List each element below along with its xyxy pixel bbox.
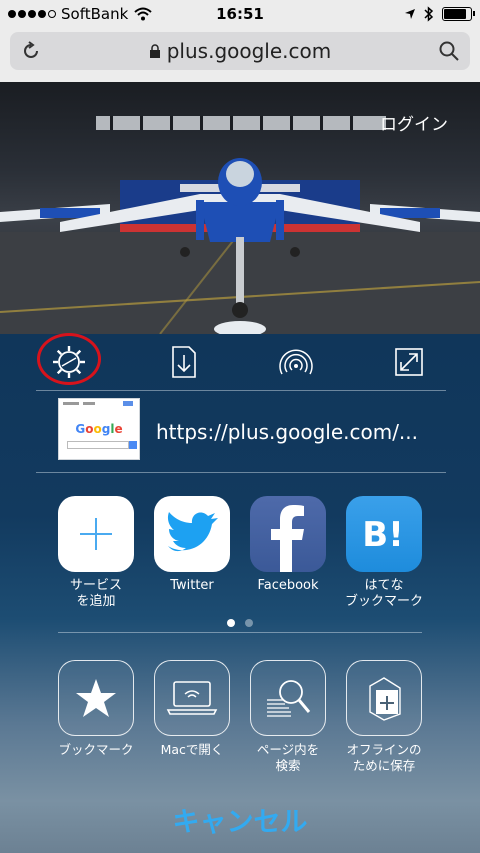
facebook-share-button[interactable]: Facebook	[240, 496, 336, 594]
open-on-mac-button[interactable]: Macで開く	[144, 660, 240, 758]
find-in-page-button[interactable]: ページ内を 検索	[240, 660, 336, 774]
app-label: はてな ブックマーク	[344, 578, 423, 609]
find-in-page-icon	[250, 660, 326, 736]
app-label: サービス を追加	[69, 578, 122, 609]
page-dot	[245, 619, 253, 627]
bluetooth-icon	[424, 6, 434, 22]
twitter-icon	[154, 496, 230, 572]
divider	[58, 632, 422, 633]
action-label: ページ内を 検索	[256, 742, 320, 773]
wifi-icon	[134, 7, 152, 21]
twitter-share-button[interactable]: Twitter	[144, 496, 240, 594]
action-label: ブックマーク	[58, 742, 134, 757]
action-label: オフラインの ために保存	[346, 742, 422, 773]
facebook-icon	[250, 496, 326, 572]
url-text: plus.google.com	[166, 39, 332, 63]
divider	[36, 472, 446, 473]
save-offline-icon	[346, 660, 422, 736]
location-arrow-icon	[405, 9, 415, 19]
hatena-bookmark-share-button[interactable]: B! はてな ブックマーク	[336, 496, 432, 610]
share-actions-row: ブックマーク Macで開く ページ内を 検索 オフラインの ために保存	[0, 660, 480, 790]
fullscreen-icon[interactable]	[391, 344, 427, 380]
save-offline-button[interactable]: オフラインの ために保存	[336, 660, 432, 774]
share-preview: Google https://plus.google.com/...	[0, 390, 480, 472]
cancel-button[interactable]: キャンセル	[0, 800, 480, 839]
download-icon[interactable]	[166, 344, 202, 380]
add-service-button[interactable]: サービス を追加	[48, 496, 144, 610]
search-icon[interactable]	[438, 40, 460, 62]
share-top-icons	[0, 333, 480, 388]
lock-icon	[149, 43, 160, 58]
preview-url: https://plus.google.com/...	[156, 420, 419, 444]
battery-icon	[442, 7, 475, 21]
google-logo: Google	[75, 422, 123, 436]
page-dot-active	[227, 619, 235, 627]
action-label: Macで開く	[160, 742, 224, 757]
handoff-mac-icon	[154, 660, 230, 736]
browser-toolbar: plus.google.com	[0, 28, 480, 82]
signal-strength-icon	[8, 10, 56, 18]
airdrop-icon[interactable]	[278, 344, 314, 380]
hatena-bookmark-icon: B!	[346, 496, 422, 572]
plus-icon	[58, 496, 134, 572]
gear-icon[interactable]	[51, 344, 87, 380]
svg-text:B!: B!	[362, 515, 403, 555]
share-apps-row: サービス を追加 Twitter Facebook B! はてな ブックマーク	[0, 496, 480, 616]
page-thumbnail: Google	[58, 398, 140, 460]
page-indicator	[0, 619, 480, 627]
carrier-name: SoftBank	[61, 5, 129, 23]
bookmark-button[interactable]: ブックマーク	[48, 660, 144, 758]
star-icon	[58, 660, 134, 736]
app-label: Facebook	[257, 578, 319, 593]
login-link[interactable]: ログイン	[380, 110, 448, 135]
app-label: Twitter	[170, 578, 214, 593]
hero-image: ログイン	[0, 82, 480, 334]
address-bar[interactable]: plus.google.com	[10, 32, 470, 70]
share-sheet: Google https://plus.google.com/... サービス …	[0, 333, 480, 853]
status-bar: SoftBank 16:51	[0, 0, 480, 28]
reload-icon[interactable]	[20, 40, 42, 62]
